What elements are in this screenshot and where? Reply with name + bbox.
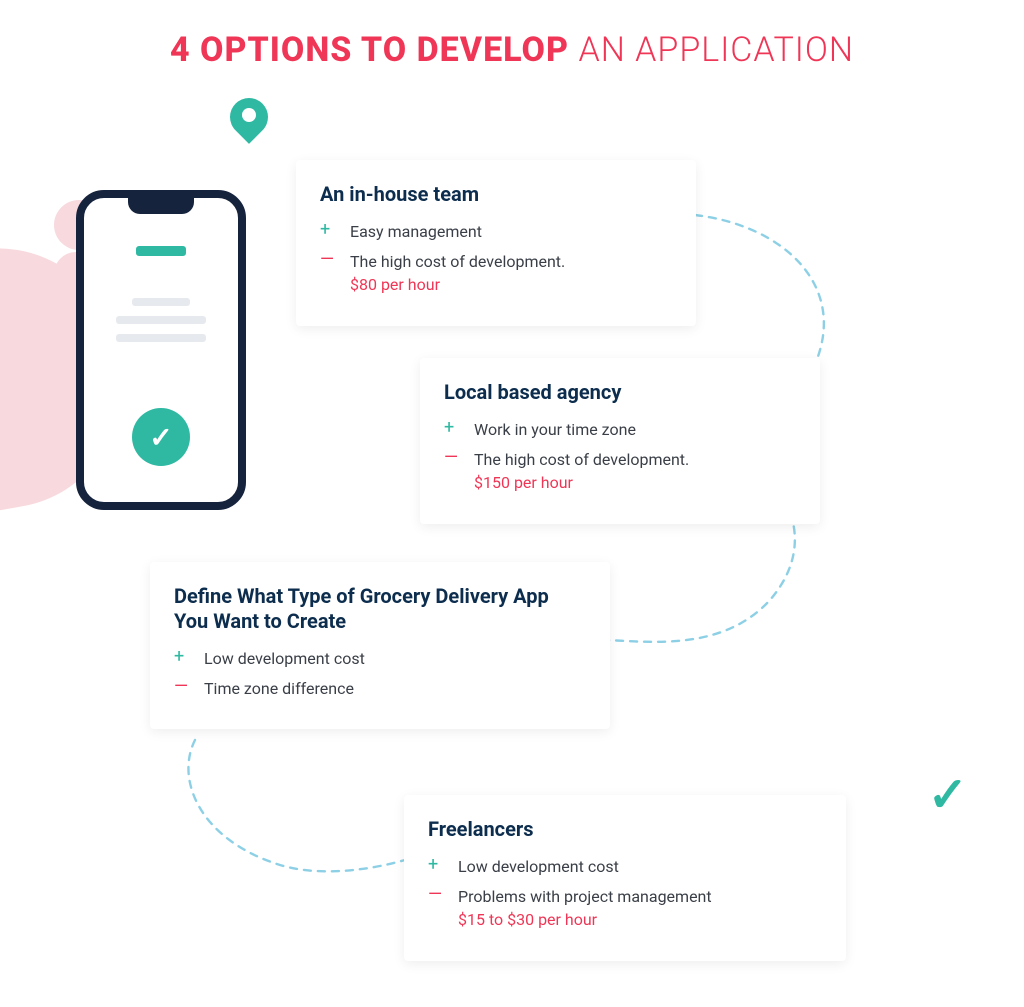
phone-notch [128,198,194,214]
minus-icon: — [428,886,446,904]
map-pin-icon [230,98,268,152]
con-text: The high cost of development. $80 per ho… [350,251,672,296]
phone-bar [116,316,206,324]
card-define-type: Define What Type of Grocery Delivery App… [150,562,610,729]
card-heading: Define What Type of Grocery Delivery App… [174,584,586,634]
con-row: — The high cost of development. $80 per … [320,251,672,296]
plus-icon: + [320,221,338,239]
phone-illustration: ✓ [0,190,300,560]
phone-bar [116,334,206,342]
con-text: The high cost of development. $150 per h… [474,449,796,494]
minus-icon: — [320,251,338,269]
price-text: $15 to $30 per hour [458,909,822,931]
phone-bar [132,298,190,306]
con-row: — Problems with project management $15 t… [428,886,822,931]
pro-row: + Low development cost [174,648,586,670]
pro-row: + Low development cost [428,856,822,878]
check-icon: ✓ [928,766,968,823]
pro-text: Work in your time zone [474,419,796,441]
pro-text: Low development cost [458,856,822,878]
con-row: — Time zone difference [174,678,586,700]
pro-text: Easy management [350,221,672,243]
pro-row: + Work in your time zone [444,419,796,441]
price-text: $150 per hour [474,472,796,494]
plus-icon: + [174,648,192,666]
card-freelancers: Freelancers + Low development cost — Pro… [404,795,846,961]
check-badge: ✓ [132,408,190,466]
con-text: Time zone difference [204,678,586,700]
minus-icon: — [174,678,192,696]
phone-frame: ✓ [76,190,246,510]
card-heading: Local based agency [444,380,796,405]
pro-row: + Easy management [320,221,672,243]
plus-icon: + [444,419,462,437]
card-heading: An in-house team [320,182,672,207]
pro-text: Low development cost [204,648,586,670]
page-title: 4 OPTIONS TO DEVELOP AN APPLICATION [0,30,1024,70]
con-text: Problems with project management $15 to … [458,886,822,931]
card-local-agency: Local based agency + Work in your time z… [420,358,820,524]
phone-bar [136,246,186,256]
minus-icon: — [444,449,462,467]
title-bold: 4 OPTIONS TO DEVELOP [170,30,569,70]
plus-icon: + [428,856,446,874]
title-thin: AN APPLICATION [578,30,854,70]
card-inhouse: An in-house team + Easy management — The… [296,160,696,326]
con-row: — The high cost of development. $150 per… [444,449,796,494]
card-heading: Freelancers [428,817,822,842]
price-text: $80 per hour [350,274,672,296]
